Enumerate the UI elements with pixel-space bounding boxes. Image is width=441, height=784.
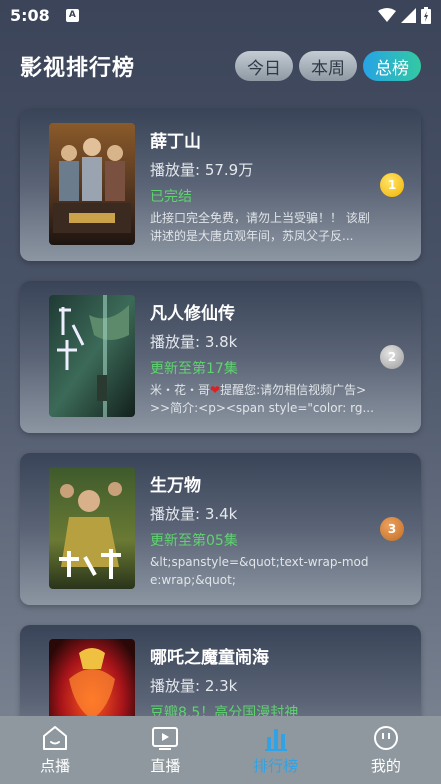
item-description: &lt;spanstyle=&quot;text-wrap-mode:wrap;… bbox=[150, 555, 369, 587]
face-icon bbox=[373, 725, 398, 750]
description-prefix: 米・花・哥 bbox=[150, 383, 211, 397]
play-count: 播放量: 3.8k bbox=[150, 333, 238, 351]
home-icon bbox=[43, 725, 68, 750]
play-count: 播放量: 3.4k bbox=[150, 505, 238, 523]
play-count: 播放量: 57.9万 bbox=[150, 161, 254, 179]
poster-image bbox=[49, 295, 135, 417]
nav-mine[interactable]: 我的 bbox=[331, 716, 441, 784]
poster-image bbox=[49, 467, 135, 589]
rank-badge: 2 bbox=[380, 345, 404, 369]
nav-live[interactable]: 直播 bbox=[110, 716, 220, 784]
item-description: 此接口完全免费，请勿上当受骗！！ 该剧讲述的是大唐贞观年间，苏凤父子反... bbox=[150, 211, 370, 243]
bar-chart-icon bbox=[264, 728, 287, 751]
play-icon bbox=[152, 726, 179, 750]
heart-icon: ❤ bbox=[210, 383, 221, 397]
ranking-item[interactable]: 凡人修仙传 播放量: 3.8k 更新至第17集 米・花・哥❤提醒您:请勿相信视频… bbox=[20, 281, 421, 433]
poster-image bbox=[49, 123, 135, 245]
rank-badge: 1 bbox=[380, 173, 404, 197]
update-status: 已完结 bbox=[150, 189, 192, 205]
nav-vod[interactable]: 点播 bbox=[0, 716, 110, 784]
play-count: 播放量: 2.3k bbox=[150, 677, 238, 695]
nav-label: 点播 bbox=[40, 756, 71, 775]
ranking-item[interactable]: 薛丁山 播放量: 57.9万 已完结 此接口完全免费，请勿上当受骗！！ 该剧讲述… bbox=[20, 109, 421, 261]
update-status: 更新至第17集 bbox=[150, 361, 238, 377]
nav-label: 排行榜 bbox=[253, 756, 299, 775]
bottom-nav: 点播 直播 排行榜 我的 bbox=[0, 716, 441, 784]
item-title: 薛丁山 bbox=[150, 132, 201, 152]
item-title: 凡人修仙传 bbox=[150, 304, 235, 324]
item-description: 米・花・哥❤提醒您:请勿相信视频广告>>>简介:<p><span style="… bbox=[150, 381, 375, 417]
ranking-item[interactable]: 生万物 播放量: 3.4k 更新至第05集 &lt;spanstyle=&quo… bbox=[20, 453, 421, 605]
item-title: 哪吒之魔童闹海 bbox=[150, 648, 269, 668]
update-status: 更新至第05集 bbox=[150, 533, 238, 549]
rank-badge: 3 bbox=[380, 517, 404, 541]
ranking-list: 薛丁山 播放量: 57.9万 已完结 此接口完全免费，请勿上当受骗！！ 该剧讲述… bbox=[0, 0, 441, 784]
item-title: 生万物 bbox=[150, 476, 201, 496]
nav-label: 我的 bbox=[370, 756, 401, 775]
nav-ranking[interactable]: 排行榜 bbox=[221, 716, 331, 784]
nav-label: 直播 bbox=[150, 756, 181, 775]
